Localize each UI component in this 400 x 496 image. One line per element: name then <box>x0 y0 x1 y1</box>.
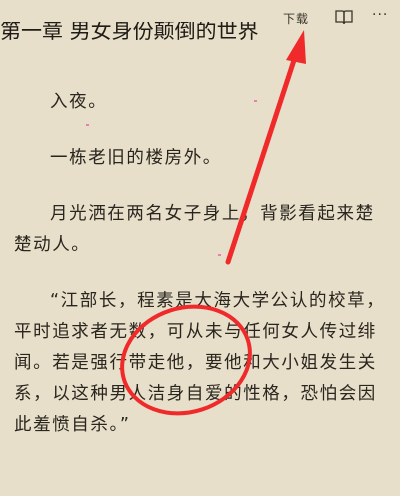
paragraph: 入夜。 <box>50 92 108 112</box>
paragraph: “江部长，程素是大海大学公认的校草，平时追求者无数，可从未与任何女人传过绯闻。若… <box>14 291 386 435</box>
decorative-dot <box>86 124 89 126</box>
decorative-dot <box>254 100 257 102</box>
chapter-title: 第一章 男女身份颠倒的世界 <box>0 22 330 46</box>
book-icon[interactable] <box>335 9 353 25</box>
paragraph: 月光洒在两名女子身上，背影看起来楚楚动人。 <box>14 204 375 255</box>
chapter-title-text: 第一章 男女身份颠倒的世界 <box>0 22 259 43</box>
more-icon[interactable]: ··· <box>372 8 388 22</box>
paragraph: 一栋老旧的楼房外。 <box>50 148 222 168</box>
decorative-dot <box>218 254 221 256</box>
